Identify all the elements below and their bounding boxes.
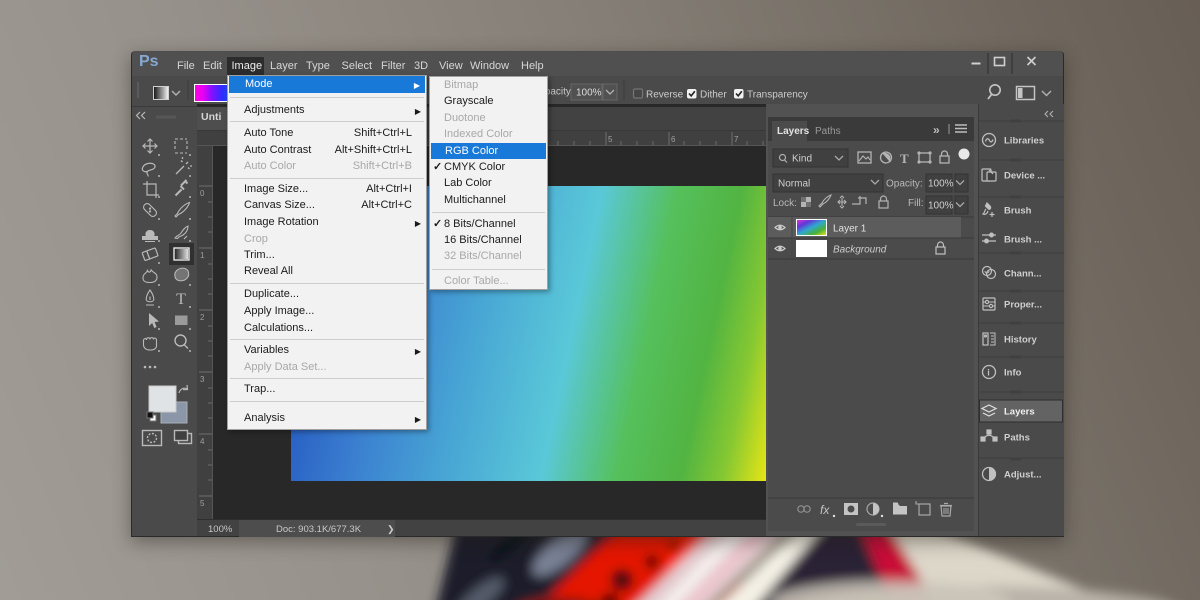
svg-text:Paths: Paths (1004, 433, 1030, 444)
svg-text:Dither: Dither (700, 90, 727, 101)
svg-text:»: » (933, 123, 940, 137)
svg-text:Fill:: Fill: (908, 198, 924, 209)
svg-text:5: 5 (608, 135, 613, 144)
svg-text:100%: 100% (576, 88, 602, 99)
svg-text:Adjust...: Adjust... (1004, 470, 1041, 481)
svg-text:5: 5 (200, 499, 205, 508)
svg-text:Normal: Normal (778, 179, 810, 190)
svg-text:Kind: Kind (792, 154, 812, 165)
svg-text:T: T (900, 151, 909, 166)
svg-text:fx: fx (820, 503, 830, 517)
svg-text:T: T (176, 291, 186, 308)
svg-text:Transparency: Transparency (747, 90, 808, 101)
svg-text:Reverse: Reverse (646, 90, 684, 101)
svg-text:Background: Background (833, 245, 887, 256)
svg-text:Brush: Brush (1004, 206, 1032, 217)
svg-text:Proper...: Proper... (1004, 300, 1042, 311)
svg-text:Opacity:: Opacity: (886, 179, 923, 190)
svg-text:Layers: Layers (777, 126, 810, 137)
svg-text:100%: 100% (928, 179, 954, 190)
svg-text:Device ...: Device ... (1004, 171, 1045, 182)
svg-text:1: 1 (200, 251, 205, 260)
svg-text:Paths: Paths (815, 126, 841, 137)
svg-text:4: 4 (200, 437, 205, 446)
svg-text:Libraries: Libraries (1004, 136, 1044, 147)
svg-text:History: History (1004, 335, 1037, 346)
svg-text:6: 6 (671, 135, 676, 144)
svg-text:Lock:: Lock: (773, 198, 797, 209)
svg-text:Chann...: Chann... (1004, 269, 1041, 280)
svg-text:2: 2 (200, 313, 205, 322)
svg-text:Info: Info (1004, 368, 1022, 379)
svg-text:Brush ...: Brush ... (1004, 235, 1042, 246)
svg-text:3: 3 (200, 375, 205, 384)
svg-text:i: i (987, 368, 990, 378)
svg-text:Layer 1: Layer 1 (833, 224, 867, 235)
svg-text:7: 7 (734, 135, 739, 144)
svg-text:0: 0 (200, 189, 205, 198)
svg-text:100%: 100% (928, 201, 954, 212)
svg-text:Layers: Layers (1004, 407, 1035, 418)
